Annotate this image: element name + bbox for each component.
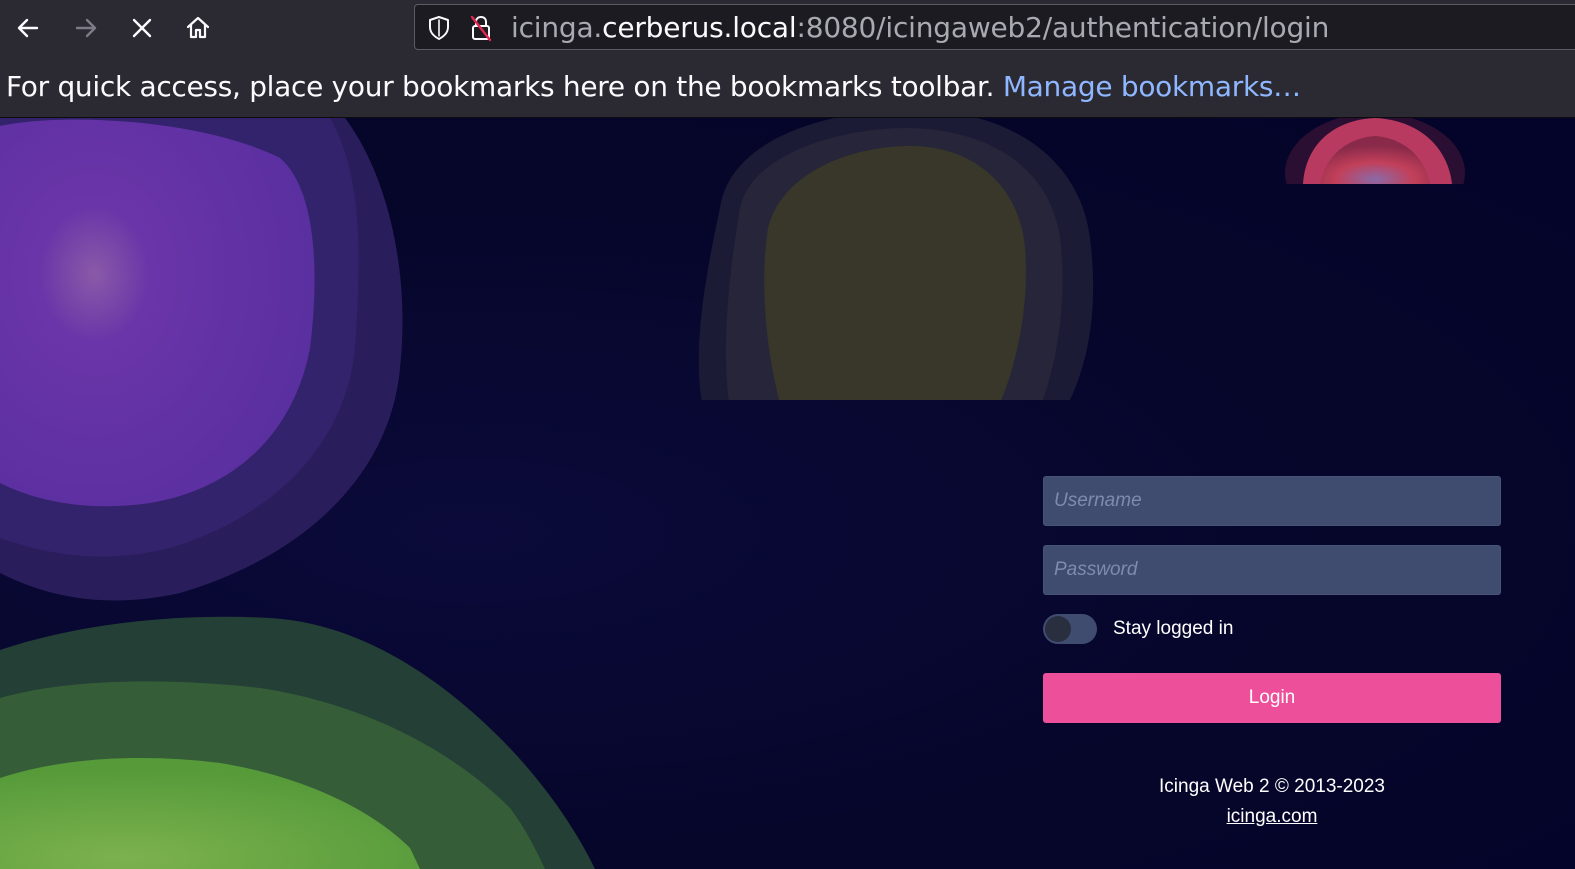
footer: Icinga Web 2 © 2013-2023 icinga.com bbox=[1043, 772, 1501, 832]
icinga-link[interactable]: icinga.com bbox=[1227, 806, 1318, 827]
password-field[interactable] bbox=[1043, 545, 1501, 595]
bookmarks-message-row: For quick access, place your bookmarks h… bbox=[6, 70, 1301, 104]
back-arrow-icon bbox=[17, 18, 39, 38]
login-page: Stay logged in Login Icinga Web 2 © 2013… bbox=[0, 118, 1575, 869]
password-input[interactable] bbox=[1044, 546, 1500, 594]
bookmarks-message: For quick access, place your bookmarks h… bbox=[6, 70, 995, 103]
url-prefix: icinga. bbox=[511, 11, 603, 44]
browser-toolbar: icinga.cerberus.local:8080/icingaweb2/au… bbox=[0, 0, 1575, 56]
home-button[interactable] bbox=[178, 8, 218, 48]
stop-button[interactable] bbox=[122, 8, 162, 48]
url-path: :8080/icingaweb2/authentication/login bbox=[796, 11, 1330, 44]
stay-logged-in-label[interactable]: Stay logged in bbox=[1113, 618, 1233, 640]
url-text[interactable]: icinga.cerberus.local:8080/icingaweb2/au… bbox=[511, 11, 1329, 45]
copyright-text: Icinga Web 2 © 2013-2023 bbox=[1159, 776, 1385, 797]
toggle-knob bbox=[1045, 616, 1071, 642]
username-field[interactable] bbox=[1043, 476, 1501, 526]
url-host: cerberus.local bbox=[602, 11, 797, 44]
bookmarks-toolbar: For quick access, place your bookmarks h… bbox=[0, 56, 1575, 118]
login-button[interactable]: Login bbox=[1043, 673, 1501, 723]
url-bar[interactable]: icinga.cerberus.local:8080/icingaweb2/au… bbox=[414, 4, 1575, 50]
shield-icon[interactable] bbox=[425, 14, 453, 42]
back-button[interactable] bbox=[8, 8, 48, 48]
stay-logged-in-toggle[interactable] bbox=[1043, 614, 1097, 644]
home-icon bbox=[186, 16, 210, 39]
manage-bookmarks-link[interactable]: Manage bookmarks… bbox=[1003, 70, 1301, 103]
forward-arrow-icon bbox=[75, 18, 97, 38]
forward-button[interactable] bbox=[66, 8, 106, 48]
insecure-lock-icon[interactable] bbox=[467, 14, 495, 42]
close-icon bbox=[132, 18, 152, 38]
username-input[interactable] bbox=[1044, 477, 1500, 525]
